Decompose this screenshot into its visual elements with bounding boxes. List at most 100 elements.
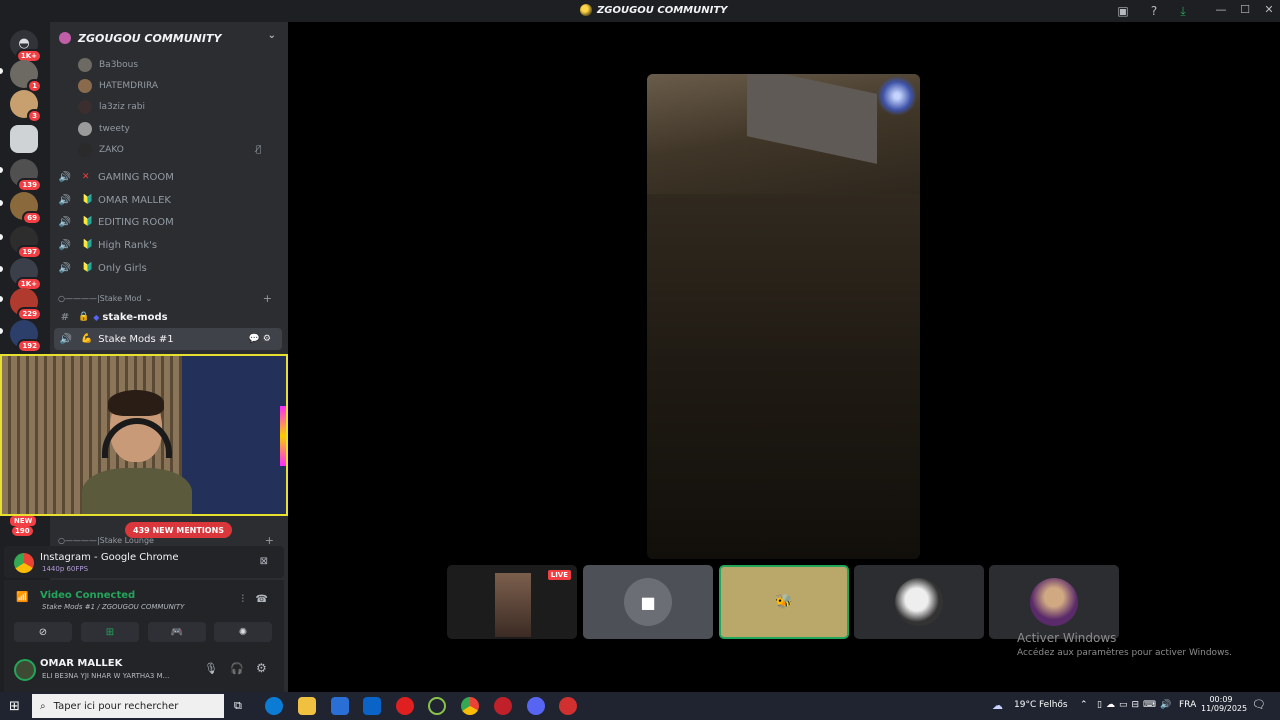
voice-channel[interactable]: 🔊 🔰 Only Girls bbox=[58, 258, 284, 278]
focused-video-stream[interactable] bbox=[647, 74, 920, 559]
server-icon[interactable]: 229 bbox=[10, 288, 42, 321]
server-logo-icon bbox=[580, 4, 592, 16]
stream-thumbnail[interactable]: LIVE bbox=[447, 565, 577, 639]
new-count-badge: 190 bbox=[12, 526, 33, 536]
server-badge: 139 bbox=[17, 178, 42, 192]
chevron-down-icon: ⌄ bbox=[145, 293, 153, 303]
inbox-icon[interactable]: ▣ bbox=[1115, 3, 1131, 19]
taskbar-search[interactable]: ⌕ Taper ici pour rechercher bbox=[32, 694, 224, 718]
headphones-icon[interactable]: 🎧 bbox=[230, 662, 244, 675]
server-icon[interactable]: 139 bbox=[10, 159, 42, 192]
microphone-icon[interactable]: 🎙 bbox=[204, 662, 218, 675]
channel-emoji: 🔰 bbox=[82, 240, 94, 250]
unread-pill bbox=[0, 296, 3, 302]
task-view-icon[interactable]: ⧉ bbox=[234, 699, 242, 713]
participant-tile[interactable] bbox=[989, 565, 1119, 639]
weather-place[interactable]: Felhős bbox=[1039, 700, 1068, 710]
minimize-icon[interactable]: — bbox=[1211, 3, 1231, 16]
server-icon[interactable]: 69 bbox=[10, 192, 42, 225]
add-channel-icon[interactable]: + bbox=[265, 534, 274, 547]
speaker-icon: 🔊 bbox=[58, 262, 72, 274]
muted-mic-icon: 🎙̸ bbox=[256, 145, 262, 155]
maximize-icon[interactable]: ☐ bbox=[1235, 3, 1255, 16]
server-emblem-icon bbox=[59, 32, 71, 44]
weather-icon: ☁ bbox=[992, 699, 1003, 712]
member-name: tweety bbox=[99, 124, 130, 134]
activation-watermark-title: Activer Windows bbox=[1017, 631, 1117, 645]
chrome-icon[interactable] bbox=[461, 697, 479, 715]
participant-tile[interactable] bbox=[854, 565, 984, 639]
soundboard-button[interactable]: ✺ bbox=[214, 622, 272, 642]
server-icon[interactable] bbox=[10, 125, 38, 153]
stream-preview bbox=[495, 573, 531, 637]
voice-member[interactable]: tweety bbox=[78, 120, 130, 138]
new-mentions-button[interactable]: 439 NEW MENTIONS bbox=[125, 522, 233, 538]
game-app-icon[interactable] bbox=[494, 697, 512, 715]
voice-channel[interactable]: 🔊 ✕ GAMING ROOM bbox=[58, 167, 284, 187]
tray-expand-icon[interactable]: ⌃ bbox=[1080, 700, 1088, 710]
activities-button[interactable]: 🎮 bbox=[148, 622, 206, 642]
chevron-down-icon[interactable]: ⌄ bbox=[268, 30, 276, 41]
title-bar: ZGOUGOU COMMUNITY ▣ ? ⤓ — ☐ ✕ bbox=[0, 0, 1280, 22]
active-voice-channel[interactable]: 🔊 💪 Stake Mods #1 💬⚙ bbox=[54, 328, 282, 350]
opera-icon[interactable] bbox=[396, 697, 414, 715]
add-channel-icon[interactable]: + bbox=[263, 292, 272, 305]
weather-temp[interactable]: 19°C bbox=[1014, 700, 1036, 710]
voice-channel[interactable]: 🔊 🔰 OMAR MALLEK bbox=[58, 190, 284, 210]
hash-icon: # bbox=[60, 311, 70, 323]
channel-name: GAMING ROOM bbox=[98, 171, 174, 183]
avatar bbox=[78, 100, 92, 114]
server-icon[interactable]: 197 bbox=[10, 226, 42, 259]
voice-channel[interactable]: 🔊 🔰 High Rank's bbox=[58, 235, 284, 255]
voice-channel[interactable]: 🔊 🔰 EDITING ROOM bbox=[58, 212, 284, 232]
category-stake-mod[interactable]: ○————|Stake Mod ⌄ + bbox=[58, 290, 284, 306]
clock-time: 00:09 bbox=[1209, 695, 1233, 704]
input-language[interactable]: FRA bbox=[1179, 700, 1196, 710]
utorrent-icon[interactable] bbox=[428, 697, 446, 715]
edge-icon[interactable] bbox=[265, 697, 283, 715]
windows-start-icon[interactable]: ⊞ bbox=[9, 699, 20, 714]
server-badge: 192 bbox=[17, 339, 42, 353]
help-icon[interactable]: ? bbox=[1146, 3, 1162, 19]
obs-icon[interactable] bbox=[559, 697, 577, 715]
noise-suppression-icon[interactable]: ⫶ bbox=[242, 594, 245, 605]
voice-member[interactable]: HATEMDRIRA bbox=[78, 77, 158, 95]
participant-tile-speaking[interactable]: 🐝 bbox=[719, 565, 849, 639]
channel-actions[interactable]: 💬⚙ bbox=[249, 334, 274, 344]
server-icon[interactable]: 1K+ bbox=[10, 258, 42, 291]
tray-icons[interactable]: ▯☁▭⊟⌨🔊 bbox=[1097, 700, 1175, 710]
voice-member[interactable]: la3ziz rabi bbox=[78, 98, 145, 116]
outlook-icon[interactable] bbox=[363, 697, 381, 715]
avatar[interactable] bbox=[14, 659, 36, 681]
notification-icon[interactable]: 🗨 bbox=[1252, 698, 1266, 711]
stop-stream-icon[interactable]: ⊠ bbox=[260, 556, 268, 567]
unread-pill bbox=[0, 234, 3, 240]
voice-member[interactable]: Ba3bous bbox=[78, 56, 138, 74]
channel-emoji: 🔰 bbox=[82, 195, 94, 205]
server-icon[interactable]: 192 bbox=[10, 320, 42, 353]
channel-name: Stake Mods #1 bbox=[98, 333, 174, 345]
store-icon[interactable] bbox=[331, 697, 349, 715]
voice-member[interactable]: ZAKO 🎙̸ bbox=[78, 141, 278, 159]
server-header[interactable]: ZGOUGOU COMMUNITY ⌄ bbox=[50, 22, 288, 54]
close-icon[interactable]: ✕ bbox=[1259, 3, 1279, 16]
server-icon[interactable]: 3 bbox=[10, 90, 42, 123]
screen-share-button[interactable]: ⊞ bbox=[81, 622, 139, 642]
download-icon[interactable]: ⤓ bbox=[1175, 3, 1191, 19]
speaker-icon: 🔊 bbox=[58, 194, 72, 206]
disconnect-icon[interactable]: ☎ bbox=[256, 594, 268, 605]
text-channel[interactable]: # 🔒 ◆ stake-mods bbox=[58, 307, 284, 327]
server-icon[interactable]: 1 bbox=[10, 60, 42, 93]
participant-tile[interactable]: ■ bbox=[583, 565, 713, 639]
direct-messages-button[interactable]: ◓ 1K+ bbox=[10, 30, 42, 63]
settings-gear-icon[interactable]: ⚙ bbox=[256, 661, 267, 675]
diamond-icon: ◆ bbox=[93, 312, 100, 322]
discord-icon[interactable] bbox=[527, 697, 545, 715]
member-name: ZAKO bbox=[99, 145, 124, 155]
glitch-strip bbox=[280, 406, 286, 466]
clock[interactable]: 00:09 11/09/2025 bbox=[1201, 695, 1247, 713]
signal-icon[interactable]: 📶 bbox=[16, 592, 28, 603]
camera-off-button[interactable]: ⊘ bbox=[14, 622, 72, 642]
file-explorer-icon[interactable] bbox=[298, 697, 316, 715]
lock-icon: 🔒 bbox=[78, 312, 90, 322]
